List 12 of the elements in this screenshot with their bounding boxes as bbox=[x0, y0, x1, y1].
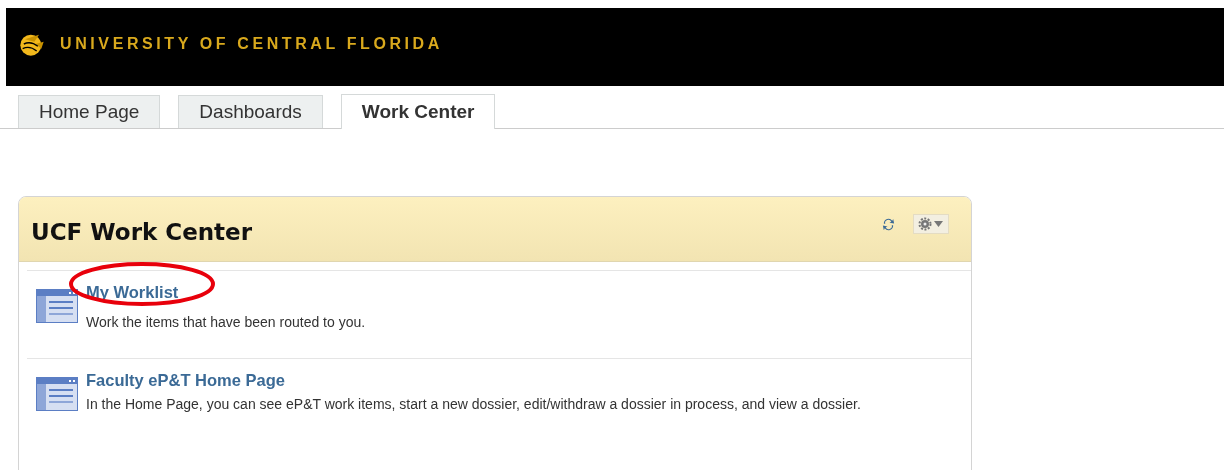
refresh-icon[interactable] bbox=[881, 216, 896, 232]
tab[interactable]: Work Center bbox=[340, 94, 496, 129]
window-icon bbox=[36, 377, 78, 411]
university-name: UNIVERSITY OF CENTRAL FLORIDA bbox=[60, 35, 443, 53]
window-icon bbox=[36, 289, 78, 323]
settings-menu-button[interactable] bbox=[913, 214, 949, 234]
tab[interactable]: Dashboards bbox=[178, 95, 323, 128]
tab[interactable]: Home Page bbox=[18, 95, 161, 128]
item-description: In the Home Page, you can see eP&T work items, start a new dossier, edit/withdraw a dossier in process, and view a dossier. bbox=[86, 395, 861, 414]
worklist-link[interactable]: Faculty eP&T Home Page bbox=[86, 371, 285, 390]
item-description: Work the items that have been routed to you. bbox=[86, 313, 366, 332]
panel-title: UCF Work Center bbox=[31, 219, 254, 245]
